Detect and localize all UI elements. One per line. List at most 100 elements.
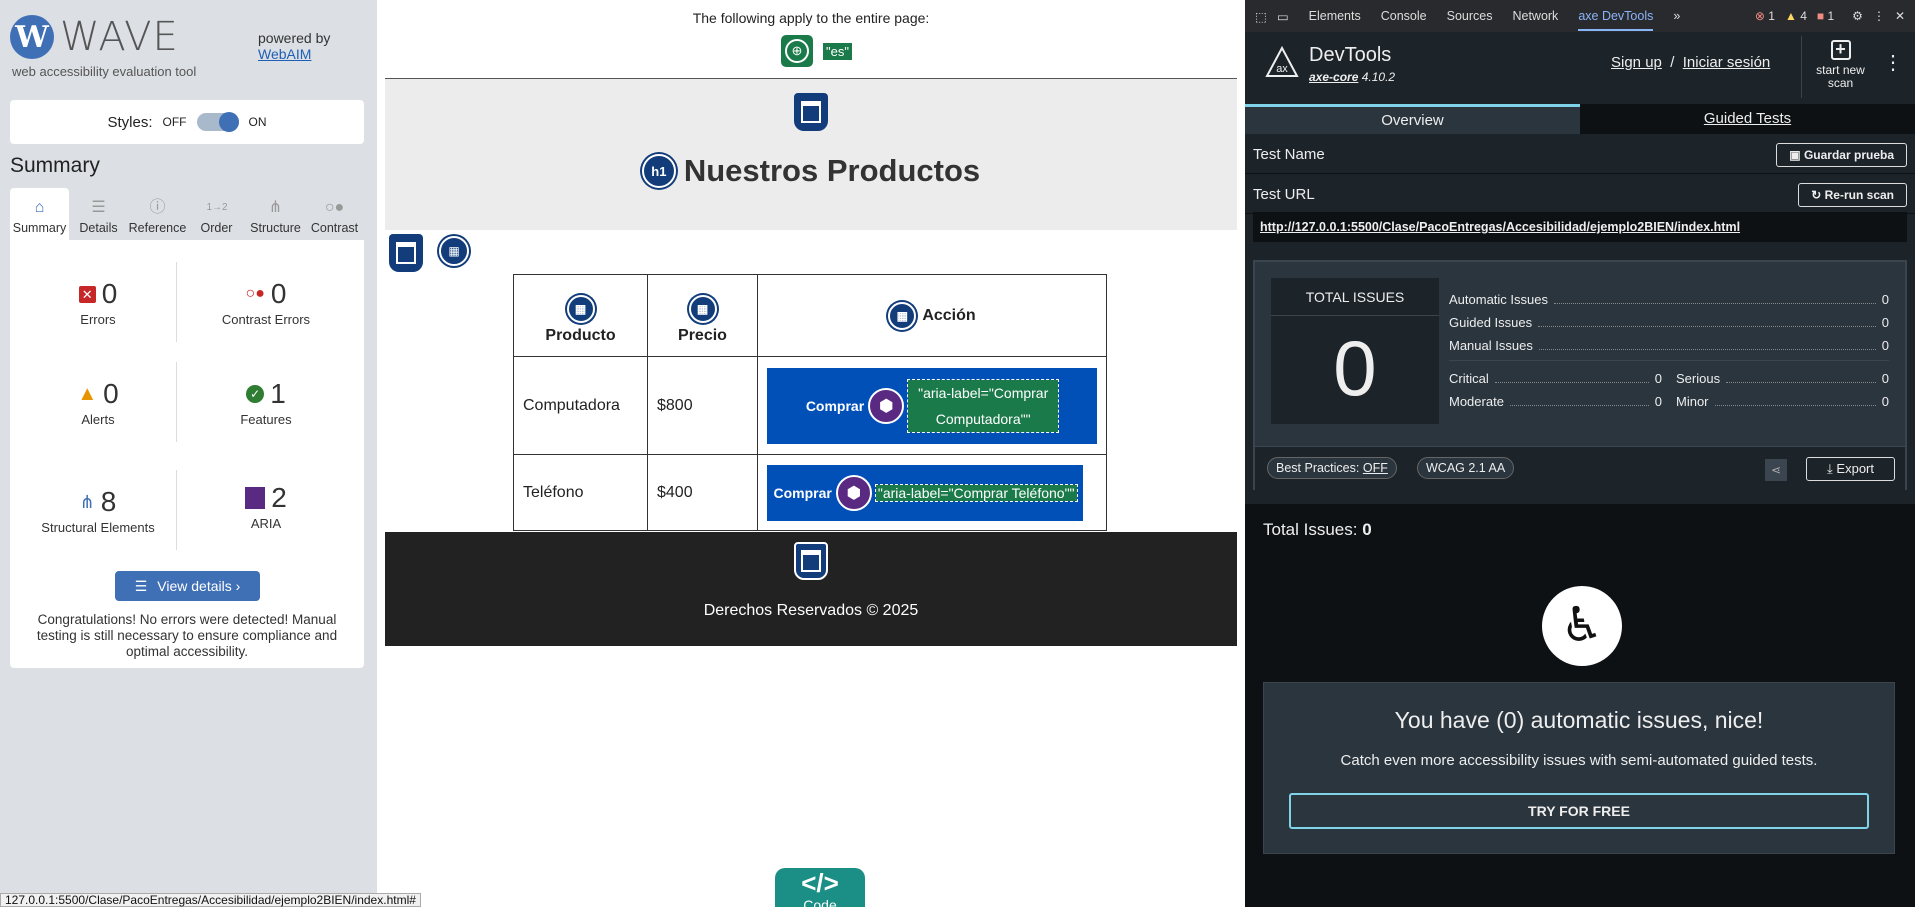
export-button[interactable]: ⤓ Export (1806, 457, 1895, 481)
guided-issues-row[interactable]: Guided Issues 0 (1449, 311, 1889, 334)
best-practices-pill[interactable]: Best Practices: OFF (1267, 457, 1397, 479)
results-area: Total Issues: 0 ♿︎ You have (0) automati… (1245, 504, 1915, 907)
manual-issues-row[interactable]: Manual Issues 0 (1449, 334, 1889, 357)
wave-tabs: ⌂ Summary ☰ Details ⓘ Reference 1→2 Order ⋔ S… (10, 188, 364, 240)
aria-tag-icon[interactable]: ⬢ (868, 387, 905, 424)
structure-icon: ⋔ (268, 199, 283, 216)
stat-structural[interactable]: ⋔ 8 Structural Elements (18, 486, 178, 535)
more-tabs-icon[interactable]: » (1673, 9, 1680, 23)
aria-label-text: "aria-label="Comprar Teléfono"" (874, 483, 1078, 502)
version-number: 4.10.2 (1361, 70, 1396, 84)
row-label: Serious (1676, 371, 1721, 386)
styles-toggle-box: Styles: OFF ON (10, 100, 364, 144)
page-footer: Derechos Reservados © 2025 (385, 532, 1237, 646)
buy-computadora-button[interactable]: Comprar ⬢ "aria-label="Comprar Computado… (767, 367, 1097, 444)
minor-row[interactable]: Minor 0 (1676, 390, 1889, 413)
code-toggle-button[interactable]: </> Code (775, 868, 865, 907)
tab-sources[interactable]: Sources (1447, 9, 1493, 23)
styles-label: Styles: (107, 113, 153, 131)
share-icon[interactable]: ⋖ (1765, 459, 1787, 481)
tab-overview[interactable]: Overview (1245, 104, 1580, 134)
h1-icon[interactable]: h1 (641, 154, 676, 188)
table-icon[interactable]: ▦ (439, 236, 469, 266)
axe-core-link[interactable]: axe-core (1309, 70, 1358, 84)
axe-title: DevTools (1309, 44, 1392, 66)
warning-count[interactable]: ▲ 4 (1785, 9, 1807, 23)
features-count: 1 (270, 378, 286, 409)
tab-elements[interactable]: Elements (1309, 9, 1361, 23)
tab-summary[interactable]: ⌂ Summary (10, 188, 69, 240)
sign-in-link[interactable]: Iniciar sesión (1683, 54, 1771, 71)
row-label: Manual Issues (1449, 338, 1533, 353)
issue-count[interactable]: ■ 1 (1817, 9, 1834, 23)
alerts-count: 0 (103, 378, 119, 409)
no-issues-subtitle: Catch even more accessibility issues wit… (1340, 752, 1818, 769)
header-region-icon[interactable] (794, 93, 828, 131)
settings-gear-icon[interactable]: ⚙ (1852, 9, 1863, 23)
critical-row[interactable]: Critical 0 (1449, 367, 1662, 390)
stat-alerts[interactable]: ▲ 0 Alerts (18, 378, 178, 427)
error-count[interactable]: ⊗ 1 (1755, 9, 1775, 23)
features-label: Features (240, 412, 292, 427)
aria-cube-icon (245, 487, 266, 509)
devtools-toolbar: ⬚ ▭ Elements Console Sources Network axe… (1245, 0, 1915, 32)
tab-order[interactable]: 1→2 Order (187, 188, 246, 240)
try-for-free-button[interactable]: TRY FOR FREE (1289, 793, 1869, 829)
device-icon[interactable]: ▭ (1277, 9, 1289, 24)
stat-errors[interactable]: ✕ 0 Errors (18, 278, 178, 327)
sign-up-link[interactable]: Sign up (1611, 54, 1662, 71)
tab-contrast[interactable]: ○● Contrast (305, 188, 364, 240)
tab-structure[interactable]: ⋔ Structure (246, 188, 305, 240)
wave-logo-icon: W (10, 15, 54, 59)
footer-region-icon[interactable] (794, 542, 828, 580)
separator: / (1670, 54, 1675, 71)
row-label: Critical (1449, 371, 1489, 386)
total-issues-box: TOTAL ISSUES 0 (1271, 278, 1439, 424)
scan-options: Best Practices: OFF WCAG 2.1 AA ⋖ ⤓ Expo… (1255, 446, 1905, 490)
main-region-icon[interactable] (389, 234, 423, 272)
webaim-link[interactable]: WebAIM (258, 46, 311, 62)
moderate-row[interactable]: Moderate 0 (1449, 390, 1662, 413)
inspect-icon[interactable]: ⬚ (1255, 9, 1267, 24)
tab-console[interactable]: Console (1381, 9, 1427, 23)
language-tag: "es" (822, 42, 853, 61)
tab-network[interactable]: Network (1512, 9, 1558, 23)
buy-telefono-button[interactable]: Comprar ⬢ "aria-label="Comprar Teléfono"… (767, 464, 1083, 521)
table-header-icon[interactable]: ▦ (566, 294, 595, 323)
rerun-scan-button[interactable]: ↻ Re-run scan (1798, 183, 1907, 207)
row-label: Automatic Issues (1449, 292, 1548, 307)
styles-toggle[interactable] (196, 112, 239, 132)
close-icon[interactable]: ✕ (1895, 9, 1905, 23)
wave-logo[interactable]: W WAVE (10, 14, 179, 60)
aria-tag-icon[interactable]: ⬢ (835, 474, 872, 511)
issue-value: 1 (1827, 9, 1835, 23)
stat-features[interactable]: ✓ 1 Features (186, 378, 346, 427)
axe-menu-icon[interactable]: ⋮ (1883, 50, 1903, 75)
header-precio: Precio (678, 326, 727, 344)
language-globe-icon[interactable]: ⊕ (781, 35, 813, 67)
wave-panel: W WAVE web accessibility evaluation tool… (0, 0, 377, 907)
stat-aria[interactable]: 2 ARIA (186, 482, 346, 531)
table-header-icon[interactable]: ▦ (888, 301, 917, 330)
tab-reference[interactable]: ⓘ Reference (128, 188, 187, 240)
kebab-menu-icon[interactable]: ⋮ (1873, 9, 1885, 23)
test-url-link[interactable]: http://127.0.0.1:5500/Clase/PacoEntregas… (1253, 212, 1907, 242)
table-header-icon[interactable]: ▦ (688, 294, 717, 323)
table-header-cell: ▦ Precio (647, 274, 758, 357)
tab-guided-tests[interactable]: Guided Tests (1580, 104, 1915, 134)
tab-axe-devtools[interactable]: axe DevTools (1578, 9, 1654, 31)
serious-row[interactable]: Serious 0 (1676, 367, 1889, 390)
price-cell: $400 (647, 454, 758, 531)
save-test-button[interactable]: ▣ Guardar prueba (1776, 143, 1907, 167)
stat-contrast[interactable]: ○● 0 Contrast Errors (186, 278, 346, 327)
styles-off-label: OFF (162, 115, 187, 129)
view-details-button[interactable]: ☰ View details › (115, 571, 260, 601)
start-new-scan-button[interactable]: + start new scan (1801, 36, 1879, 98)
tab-details[interactable]: ☰ Details (69, 188, 128, 240)
devtools-panel: ⬚ ▭ Elements Console Sources Network axe… (1245, 0, 1915, 907)
heading-text: Nuestros Productos (683, 153, 981, 188)
row-value: 0 (1881, 315, 1889, 330)
total-issues-value: 0 (1362, 520, 1372, 539)
wcag-pill[interactable]: WCAG 2.1 AA (1417, 457, 1515, 479)
automatic-issues-row[interactable]: Automatic Issues 0 (1449, 288, 1889, 311)
